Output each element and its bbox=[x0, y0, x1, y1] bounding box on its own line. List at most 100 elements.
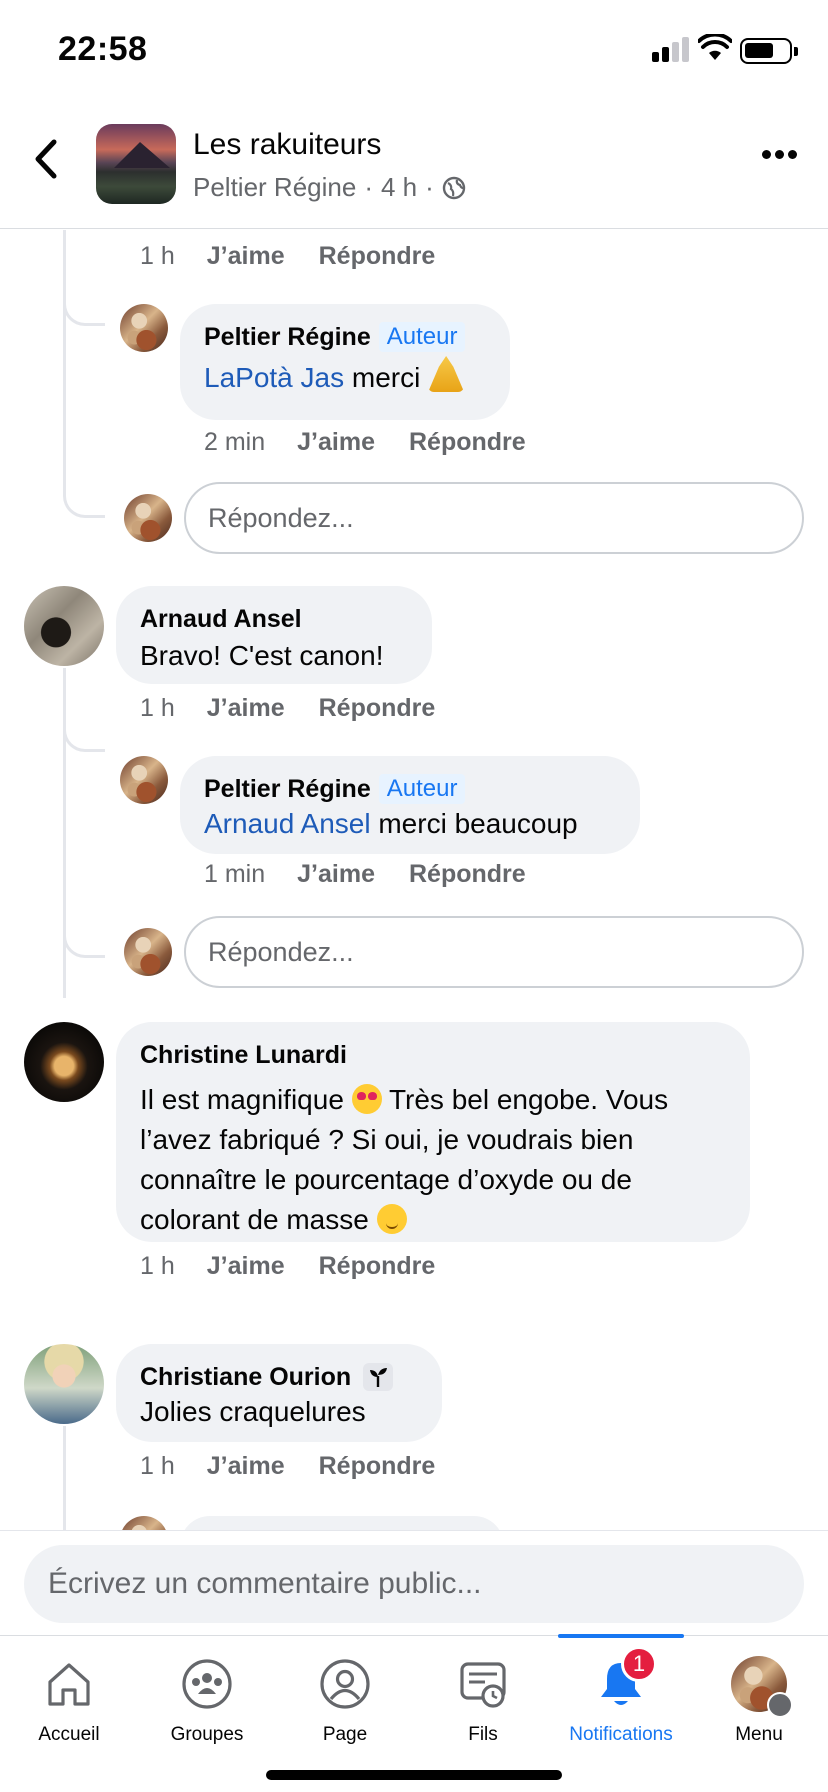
avatar bbox=[120, 1516, 168, 1530]
reply-input[interactable]: Répondez... bbox=[184, 482, 804, 554]
comment-bubble: Christine Lunardi Il est magnifique Très… bbox=[116, 1022, 750, 1242]
comment-actions: 1 h J’aime Répondre bbox=[140, 694, 469, 723]
comment-bubble bbox=[180, 1516, 504, 1530]
reply-button[interactable]: Répondre bbox=[319, 694, 436, 723]
reply-button[interactable]: Répondre bbox=[319, 1452, 436, 1481]
meta-separator: · bbox=[364, 172, 373, 202]
thread-connector bbox=[63, 668, 105, 958]
commenter-name[interactable]: Christine Lunardi bbox=[140, 1040, 726, 1070]
post-header: Les rakuiteurs Peltier Régine · 4 h · bbox=[0, 100, 828, 229]
tab-groupes[interactable]: Groupes bbox=[138, 1636, 276, 1756]
tab-label: Accueil bbox=[38, 1724, 100, 1745]
back-button[interactable] bbox=[28, 134, 68, 184]
heart-eyes-emoji-icon bbox=[351, 1084, 382, 1114]
groups-icon bbox=[179, 1656, 235, 1712]
battery-icon bbox=[740, 38, 798, 64]
comment-text: Jolies craquelures bbox=[140, 1396, 366, 1427]
avatar[interactable] bbox=[24, 1344, 104, 1424]
comment-thread: 1 h J’aime Répondre Peltier Régine Auteu… bbox=[0, 230, 828, 1530]
meta-separator: · bbox=[425, 172, 434, 202]
post-meta: Peltier Régine · 4 h · bbox=[193, 172, 466, 203]
comment-composer: Écrivez un commentaire public... bbox=[0, 1530, 828, 1635]
globe-icon bbox=[442, 176, 466, 199]
commenter-name[interactable]: Peltier Régine bbox=[204, 774, 371, 804]
like-button[interactable]: J’aime bbox=[297, 428, 375, 457]
like-button[interactable]: J’aime bbox=[297, 860, 375, 889]
home-icon bbox=[41, 1656, 97, 1712]
page-icon bbox=[317, 1656, 373, 1712]
avatar bbox=[124, 928, 172, 976]
comment-time: 1 h bbox=[140, 694, 175, 722]
like-button[interactable]: J’aime bbox=[207, 1452, 285, 1481]
comment-bubble: Peltier Régine Auteur LaPotà Jas merci bbox=[180, 304, 510, 420]
signal-icon bbox=[652, 37, 692, 62]
like-button[interactable]: J’aime bbox=[207, 242, 285, 271]
tab-label: Page bbox=[322, 1724, 368, 1745]
notification-count-badge: 1 bbox=[621, 1646, 657, 1682]
group-avatar[interactable] bbox=[96, 124, 176, 204]
avatar[interactable] bbox=[120, 756, 168, 804]
tab-label: Groupes bbox=[170, 1724, 244, 1745]
avatar[interactable] bbox=[24, 1022, 104, 1102]
tab-fils[interactable]: Fils bbox=[414, 1636, 552, 1756]
home-indicator bbox=[266, 1770, 562, 1780]
reply-button[interactable]: Répondre bbox=[409, 428, 526, 457]
avatar[interactable] bbox=[120, 304, 168, 352]
commenter-name[interactable]: Arnaud Ansel bbox=[140, 604, 408, 634]
pray-emoji-icon bbox=[428, 356, 465, 392]
author-badge: Auteur bbox=[378, 322, 466, 352]
thread-connector bbox=[63, 230, 105, 518]
feeds-icon bbox=[455, 1656, 511, 1712]
comment-actions: 1 min J’aime Répondre bbox=[204, 860, 560, 889]
avatar bbox=[124, 494, 172, 542]
comment-time: 1 h bbox=[140, 1452, 175, 1480]
status-time: 22:58 bbox=[58, 30, 148, 68]
tab-menu[interactable]: Menu bbox=[690, 1636, 828, 1756]
sprout-icon bbox=[363, 1363, 394, 1391]
menu-avatar bbox=[731, 1656, 793, 1718]
mention-link[interactable]: LaPotà Jas bbox=[204, 362, 344, 393]
commenter-name[interactable]: Peltier Régine bbox=[204, 322, 371, 352]
group-name[interactable]: Les rakuiteurs bbox=[193, 128, 381, 162]
comment-input[interactable]: Écrivez un commentaire public... bbox=[24, 1545, 804, 1623]
comment-text: LaPotà Jas merci bbox=[204, 356, 486, 398]
more-options-button[interactable] bbox=[762, 150, 798, 162]
tab-label: Menu bbox=[735, 1724, 783, 1745]
commenter-name[interactable]: Christiane Ourion bbox=[140, 1362, 351, 1392]
comment-bubble: Christiane Ourion Jolies craquelures bbox=[116, 1344, 442, 1442]
reply-button[interactable]: Répondre bbox=[319, 242, 436, 271]
mention-link[interactable]: Arnaud Ansel bbox=[204, 808, 371, 839]
tab-notifications[interactable]: 1 Notifications bbox=[552, 1636, 690, 1756]
tab-page[interactable]: Page bbox=[276, 1636, 414, 1756]
author-badge: Auteur bbox=[378, 774, 466, 804]
like-button[interactable]: J’aime bbox=[207, 694, 285, 723]
tab-label: Fils bbox=[468, 1724, 498, 1745]
avatar[interactable] bbox=[24, 586, 104, 666]
post-age: 4 h bbox=[380, 172, 418, 202]
reply-button[interactable]: Répondre bbox=[319, 1252, 436, 1281]
comment-time: 1 min bbox=[204, 860, 266, 888]
comment-time: 2 min bbox=[204, 428, 266, 456]
comment-actions: 1 h J’aime Répondre bbox=[140, 1252, 469, 1281]
bottom-tab-bar: Accueil Groupes Page Fils 1 Notification… bbox=[0, 1634, 828, 1792]
wifi-icon bbox=[698, 34, 732, 60]
comment-actions: 1 h J’aime Répondre bbox=[140, 1452, 469, 1481]
comment-bubble: Arnaud Ansel Bravo! C'est canon! bbox=[116, 586, 432, 684]
post-author[interactable]: Peltier Régine bbox=[193, 172, 356, 203]
comment-time: 1 h bbox=[140, 1252, 175, 1280]
comment-text: Arnaud Ansel merci beaucoup bbox=[204, 808, 578, 839]
tab-label: Notifications bbox=[569, 1724, 673, 1745]
bell-icon: 1 bbox=[593, 1646, 657, 1712]
reply-button[interactable]: Répondre bbox=[409, 860, 526, 889]
comment-actions: 2 min J’aime Répondre bbox=[204, 428, 560, 457]
comment-text: Il est magnifique Très bel engobe. Vous … bbox=[140, 1084, 669, 1235]
thread-line bbox=[63, 1426, 66, 1530]
menu-lines-icon bbox=[767, 1692, 793, 1718]
reply-input[interactable]: Répondez... bbox=[184, 916, 804, 988]
comment-bubble: Peltier Régine Auteur Arnaud Ansel merci… bbox=[180, 756, 640, 854]
comment-actions: 1 h J’aime Répondre bbox=[140, 242, 469, 271]
comment-text: Bravo! C'est canon! bbox=[140, 640, 384, 671]
tab-accueil[interactable]: Accueil bbox=[0, 1636, 138, 1756]
like-button[interactable]: J’aime bbox=[207, 1252, 285, 1281]
status-bar: 22:58 bbox=[0, 0, 828, 100]
